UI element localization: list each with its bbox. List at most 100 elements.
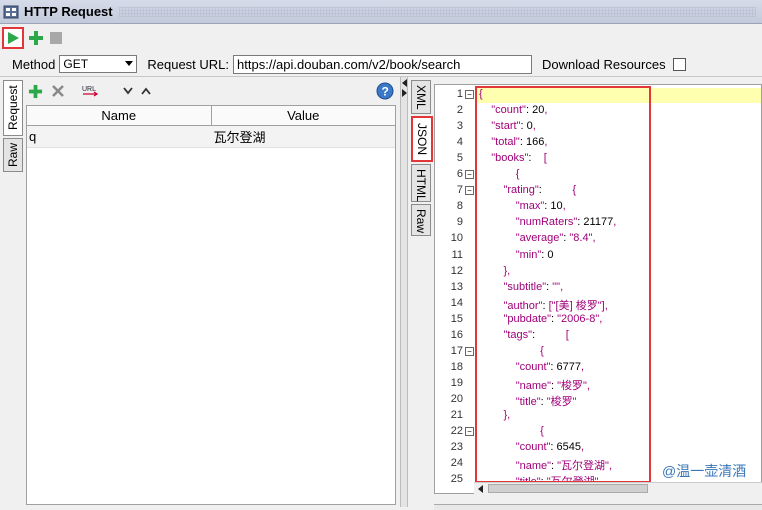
collapse-right-icon[interactable] — [402, 89, 408, 97]
request-bar: Method GET Request URL: https://api.doub… — [0, 52, 762, 76]
column-header-value[interactable]: Value — [212, 106, 396, 125]
code-line: "subtitle": "", — [503, 280, 564, 293]
code-line: "min": 0 — [515, 248, 554, 261]
line-number: 1 — [456, 88, 463, 100]
tab-json[interactable]: JSON — [411, 116, 433, 162]
param-name-cell[interactable]: q — [27, 126, 212, 147]
fold-toggle-icon[interactable]: − — [465, 90, 474, 99]
line-number: 14 — [450, 296, 463, 309]
code-line: "count": 20, — [491, 104, 548, 117]
url-params-icon[interactable]: URL — [81, 84, 101, 98]
delete-param-icon[interactable] — [51, 84, 65, 98]
response-tab-strip: XML JSON HTML Raw — [411, 80, 433, 236]
json-code[interactable]: { "count": 20, "start": 0, "total": 166,… — [477, 85, 761, 493]
code-line: }, — [503, 409, 511, 421]
line-number: 11 — [451, 248, 463, 261]
watermark: @温一壶清酒 — [662, 463, 747, 479]
table-row[interactable]: q 瓦尔登湖 — [27, 126, 395, 148]
code-line: "books": [ — [491, 152, 547, 165]
divider — [0, 76, 762, 77]
line-number: 13 — [450, 280, 463, 293]
tab-raw-left[interactable]: Raw — [3, 138, 23, 172]
line-number: 15 — [450, 312, 463, 325]
fold-toggle-icon[interactable]: − — [465, 170, 474, 180]
line-number: 19 — [450, 376, 463, 389]
svg-text:?: ? — [382, 85, 389, 99]
play-icon — [8, 32, 19, 44]
fold-toggle-icon[interactable]: − — [465, 186, 474, 196]
method-select[interactable]: GET — [59, 55, 138, 73]
code-line: "name": "梭罗", — [515, 379, 591, 392]
line-number: 12 — [450, 264, 463, 277]
main-toolbar — [0, 25, 762, 51]
move-up-icon[interactable] — [141, 87, 151, 95]
code-line: "tags": [ — [503, 328, 569, 341]
line-number: 6 — [456, 168, 463, 181]
scroll-left-icon[interactable] — [478, 485, 484, 493]
params-table-header: Name Value — [27, 106, 395, 126]
line-number: 20 — [450, 392, 463, 405]
param-value-cell[interactable]: 瓦尔登湖 — [212, 126, 396, 147]
line-number: 17 — [450, 344, 463, 357]
json-response-editor[interactable]: 1−2 3 4 5 6−7−8 9 10 11 12 13 14 15 16 17−18 19 20 21 22−… — [434, 84, 762, 494]
line-number: 10 — [450, 232, 463, 245]
url-label: Request URL: — [147, 56, 230, 72]
code-line: "pubdate": "2006-8", — [503, 312, 603, 325]
code-line: { — [479, 88, 483, 100]
line-number: 23 — [450, 441, 463, 454]
collapse-left-icon[interactable] — [402, 79, 408, 87]
code-line: "rating": { — [503, 184, 577, 197]
move-down-icon[interactable] — [123, 87, 133, 95]
run-request-button[interactable] — [2, 27, 24, 49]
scroll-thumb[interactable] — [488, 484, 648, 493]
code-line: "count": 6545, — [515, 441, 585, 454]
line-number: 2 — [456, 104, 463, 117]
code-line: "name": "瓦尔登湖", — [515, 460, 613, 473]
window-title: HTTP Request — [24, 4, 113, 19]
svg-text:URL: URL — [82, 86, 96, 93]
help-icon[interactable]: ? — [376, 82, 394, 100]
code-line: { — [540, 344, 544, 357]
code-line: "author": ["[美] 梭罗"], — [503, 299, 608, 312]
code-line: "start": 0, — [491, 120, 536, 133]
line-number: 25 — [450, 473, 463, 486]
tab-xml[interactable]: XML — [411, 80, 431, 114]
url-input[interactable]: https://api.douban.com/v2/book/search — [233, 54, 533, 74]
fold-toggle-icon[interactable]: − — [465, 427, 474, 437]
tab-request[interactable]: Request — [3, 80, 23, 136]
download-resources-label: Download Resources — [542, 56, 666, 72]
fold-toggle-icon[interactable]: − — [465, 346, 474, 356]
column-header-name[interactable]: Name — [27, 106, 212, 125]
code-line: { — [540, 425, 544, 438]
titlebar-grip — [118, 6, 756, 17]
line-number: 22 — [450, 425, 463, 438]
code-line: "title": "梭罗" — [515, 395, 577, 408]
add-param-icon[interactable] — [28, 84, 43, 99]
line-number: 3 — [456, 120, 463, 133]
line-number: 5 — [456, 152, 463, 165]
code-line: { — [515, 168, 520, 181]
code-line: "average": "8.4", — [515, 232, 596, 245]
left-tab-strip: Request Raw — [3, 80, 23, 172]
horizontal-scrollbar[interactable] — [474, 482, 762, 494]
code-line: "total": 166, — [491, 136, 548, 149]
code-line: }, — [503, 264, 511, 277]
status-strip — [434, 504, 762, 510]
window-icon — [3, 5, 19, 18]
method-value: GET — [63, 57, 89, 71]
chevron-down-icon — [125, 61, 134, 66]
line-number: 8 — [456, 200, 463, 213]
line-number: 7 — [456, 184, 463, 197]
window-titlebar: HTTP Request — [0, 0, 762, 24]
stop-icon[interactable] — [48, 30, 64, 46]
tab-html[interactable]: HTML — [411, 164, 431, 202]
method-label: Method — [12, 56, 56, 72]
code-line: "count": 6777, — [515, 360, 585, 373]
params-toolbar: URL ? — [24, 79, 398, 103]
plus-icon[interactable] — [28, 30, 44, 46]
line-number-gutter: 1−2 3 4 5 6−7−8 9 10 11 12 13 14 15 16 17−18 19 20 21 22−… — [435, 85, 475, 493]
pane-splitter[interactable] — [400, 77, 408, 507]
request-params-pane: URL ? Name Value q 瓦尔登湖 — [24, 79, 398, 507]
tab-raw-right[interactable]: Raw — [411, 204, 431, 236]
download-resources-checkbox[interactable] — [672, 57, 686, 71]
